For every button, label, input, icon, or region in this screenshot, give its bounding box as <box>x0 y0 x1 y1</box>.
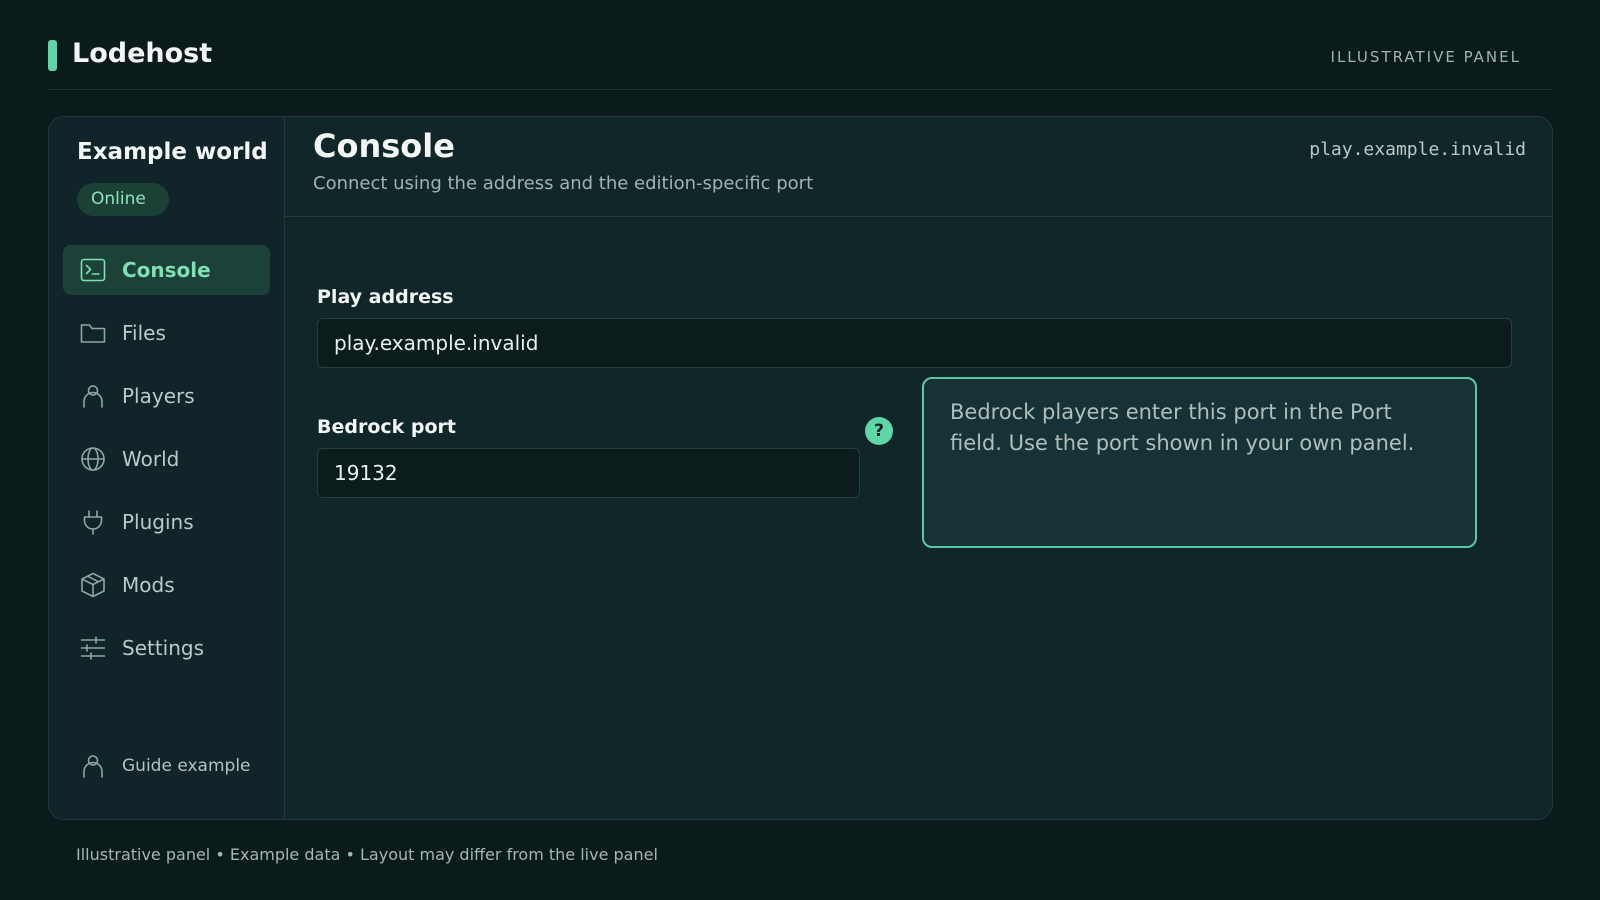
sidebar: Example world Online Console Files Playe… <box>49 117 285 819</box>
sidebar-item-console[interactable]: Console <box>63 245 270 295</box>
folder-icon <box>80 324 106 343</box>
main-content: Console Connect using the address and th… <box>285 117 1552 819</box>
person-icon <box>83 385 103 408</box>
sidebar-user-label: Guide example <box>122 756 251 776</box>
cube-icon <box>81 572 105 598</box>
bedrock-port-input[interactable] <box>317 448 860 498</box>
sidebar-item-plugins[interactable]: Plugins <box>63 497 270 547</box>
port-help-tooltip: Bedrock players enter this port in the P… <box>922 377 1477 548</box>
sidebar-item-players[interactable]: Players <box>63 371 270 421</box>
page-header: Console Connect using the address and th… <box>285 117 1552 217</box>
bedrock-port-label: Bedrock port <box>317 416 457 438</box>
main-panel: Example world Online Console Files Playe… <box>48 116 1553 820</box>
sidebar-item-label: Plugins <box>122 510 194 534</box>
person-icon <box>83 755 103 778</box>
help-icon[interactable]: ? <box>865 417 893 445</box>
terminal-icon <box>80 258 106 282</box>
page-title: Console <box>313 127 455 165</box>
sidebar-item-files[interactable]: Files <box>63 308 270 358</box>
brand-accent-bar <box>48 40 57 71</box>
globe-icon <box>81 447 105 471</box>
sidebar-item-label: Mods <box>122 573 175 597</box>
sidebar-user[interactable]: Guide example <box>80 753 251 779</box>
sidebar-item-mods[interactable]: Mods <box>63 560 270 610</box>
brand-name: Lodehost <box>72 38 213 69</box>
sliders-icon <box>80 636 106 660</box>
sidebar-item-label: Settings <box>122 636 205 660</box>
world-title: Example world <box>77 139 268 165</box>
footnote: Illustrative panel • Example data • Layo… <box>76 845 658 864</box>
sidebar-item-label: Files <box>122 321 166 345</box>
page-subtitle: Connect using the address and the editio… <box>313 173 814 194</box>
sidebar-item-label: World <box>122 447 180 471</box>
play-address-input[interactable] <box>317 318 1512 368</box>
sidebar-nav: Console Files Players World Plugins Mods… <box>63 245 270 686</box>
top-bar: Lodehost ILLUSTRATIVE PANEL <box>48 0 1553 90</box>
play-address-label: Play address <box>317 286 454 308</box>
panel-label: ILLUSTRATIVE PANEL <box>1330 48 1521 66</box>
status-badge: Online <box>77 183 169 216</box>
sidebar-item-world[interactable]: World <box>63 434 270 484</box>
sidebar-item-settings[interactable]: Settings <box>63 623 270 673</box>
sidebar-item-label: Players <box>122 384 195 408</box>
sidebar-item-label: Console <box>122 258 211 282</box>
header-host: play.example.invalid <box>1309 139 1526 160</box>
plug-icon <box>83 510 103 535</box>
